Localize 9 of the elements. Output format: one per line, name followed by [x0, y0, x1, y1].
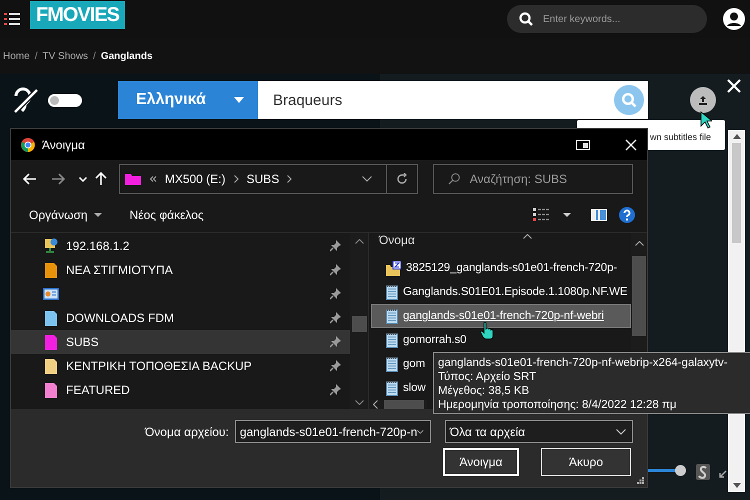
tooltip-text: ganglands-s01e01-french-720p-nf-webrip-x264-galaxytv-: [438, 356, 728, 370]
field-label: Όνομα αρχείου:: [145, 424, 229, 438]
dialog-title: Άνοιγμα: [42, 138, 85, 152]
breadcrumb-current: Ganglands: [100, 50, 153, 62]
tooltip-text: Ημερομηνία τροποποίησης: 8/4/2022 12:28 πμ: [438, 398, 677, 412]
breadcrumb-separator: /: [93, 50, 96, 62]
tooltip-text: Τύπος: Αρχείο SRT: [438, 370, 536, 384]
breadcrumb-separator: /: [34, 50, 38, 62]
tooltip-text: Μέγεθος: 38,5 KB: [438, 384, 530, 398]
